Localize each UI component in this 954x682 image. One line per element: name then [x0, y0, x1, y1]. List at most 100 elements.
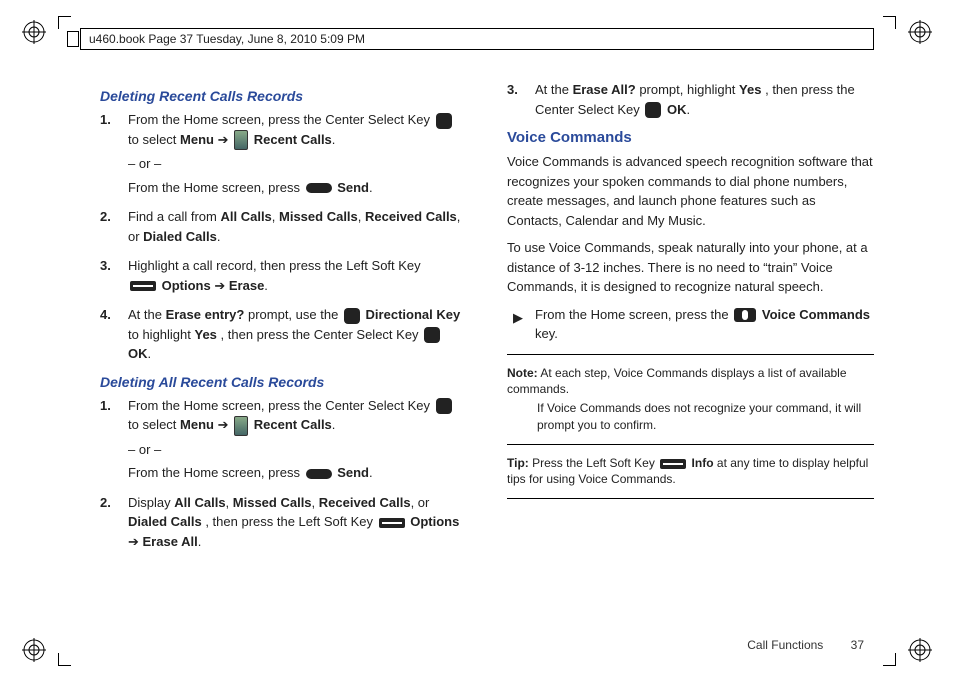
note-block: Note: At each step, Voice Commands displ… — [507, 365, 874, 434]
subheading: Deleting Recent Calls Records — [100, 88, 467, 104]
note-label: Note: — [507, 366, 538, 380]
bold: Yes — [195, 327, 217, 342]
page-header: u460.book Page 37 Tuesday, June 8, 2010 … — [80, 28, 874, 50]
bold: Directional Key — [366, 307, 461, 322]
text: , then press the Center Select Key — [221, 327, 423, 342]
step-number: 3. — [100, 256, 111, 276]
text: At the — [128, 307, 166, 322]
text: Find a call from — [128, 209, 220, 224]
reg-mark-icon — [908, 20, 932, 44]
text: Highlight a call record, then press the … — [128, 258, 421, 273]
step: 3. Highlight a call record, then press t… — [128, 256, 467, 295]
bold: All Calls — [220, 209, 271, 224]
or-separator: – or – — [128, 154, 467, 174]
text: to select — [128, 132, 180, 147]
text: . — [369, 180, 373, 195]
section-heading: Voice Commands — [507, 129, 874, 146]
divider — [507, 444, 874, 445]
note-text: At each step, Voice Commands displays a … — [507, 366, 847, 397]
crop-mark-icon — [883, 16, 896, 29]
bold: Missed Calls — [233, 495, 312, 510]
bold: Erase entry? — [166, 307, 245, 322]
reg-mark-icon — [908, 638, 932, 662]
center-select-key-icon — [436, 113, 452, 129]
text: prompt, highlight — [639, 82, 739, 97]
bold: All Calls — [174, 495, 225, 510]
bold: Erase All — [143, 534, 198, 549]
step-number: 1. — [100, 110, 111, 130]
text: From the Home screen, press the Center S… — [128, 398, 434, 413]
bold: Recent Calls — [254, 417, 332, 432]
bullet-step: ▶ From the Home screen, press the Voice … — [535, 305, 874, 344]
note-text: If Voice Commands does not recognize you… — [537, 400, 874, 434]
step-number: 3. — [507, 80, 518, 100]
bold: Received Calls — [319, 495, 411, 510]
bold: Erase All? — [573, 82, 636, 97]
page-number: 37 — [851, 638, 864, 652]
tip-block: Tip: Press the Left Soft Key Info at any… — [507, 455, 874, 489]
recent-calls-icon — [234, 130, 248, 150]
step: 1. From the Home screen, press the Cente… — [128, 110, 467, 197]
center-select-key-icon — [436, 398, 452, 414]
send-key-icon — [306, 183, 332, 193]
send-key-icon — [306, 469, 332, 479]
right-column: 3. At the Erase All? prompt, highlight Y… — [507, 80, 874, 622]
bold: OK — [667, 102, 687, 117]
left-soft-key-icon — [660, 459, 686, 469]
left-soft-key-icon — [130, 281, 156, 291]
text: , then press the Left Soft Key — [205, 514, 376, 529]
step: 4. At the Erase entry? prompt, use the D… — [128, 305, 467, 364]
directional-key-icon — [344, 308, 360, 324]
bold: Info — [692, 456, 714, 470]
bold: Options — [410, 514, 459, 529]
voice-commands-key-icon — [734, 308, 756, 322]
step-number: 2. — [100, 493, 111, 513]
or-separator: – or – — [128, 440, 467, 460]
crop-mark-icon — [58, 653, 71, 666]
recent-calls-icon — [234, 416, 248, 436]
bold: Dialed Calls — [143, 229, 217, 244]
bold: Recent Calls — [254, 132, 332, 147]
step: 2. Find a call from All Calls, Missed Ca… — [128, 207, 467, 246]
tip-text: Press the Left Soft Key — [532, 456, 658, 470]
text: At the — [535, 82, 573, 97]
bold: Received Calls — [365, 209, 457, 224]
bold: Missed Calls — [279, 209, 358, 224]
text: From the Home screen, press — [128, 180, 304, 195]
bold: Menu — [180, 417, 214, 432]
step-number: 1. — [100, 396, 111, 416]
bold: Menu — [180, 132, 214, 147]
left-column: Deleting Recent Calls Records 1. From th… — [100, 80, 467, 622]
text: From the Home screen, press the Center S… — [128, 112, 434, 127]
crop-mark-icon — [883, 653, 896, 666]
paragraph: To use Voice Commands, speak naturally i… — [507, 238, 874, 297]
paragraph: Voice Commands is advanced speech recogn… — [507, 152, 874, 230]
text: From the Home screen, press — [128, 465, 304, 480]
text: to highlight — [128, 327, 195, 342]
reg-mark-icon — [22, 20, 46, 44]
step-number: 4. — [100, 305, 111, 325]
text: Display — [128, 495, 174, 510]
text: From the Home screen, press the — [535, 307, 732, 322]
bold: Yes — [739, 82, 761, 97]
subheading: Deleting All Recent Calls Records — [100, 374, 467, 390]
center-select-key-icon — [645, 102, 661, 118]
divider — [507, 498, 874, 499]
step: 2. Display All Calls, Missed Calls, Rece… — [128, 493, 467, 552]
divider — [507, 354, 874, 355]
page-body: Deleting Recent Calls Records 1. From th… — [100, 80, 874, 622]
bold: OK — [128, 346, 148, 361]
left-soft-key-icon — [379, 518, 405, 528]
arrow-bullet-icon: ▶ — [513, 308, 523, 328]
text: to select — [128, 417, 180, 432]
step: 3. At the Erase All? prompt, highlight Y… — [535, 80, 874, 119]
tip-label: Tip: — [507, 456, 529, 470]
center-select-key-icon — [424, 327, 440, 343]
step-number: 2. — [100, 207, 111, 227]
crop-mark-icon — [58, 16, 71, 29]
header-text: u460.book Page 37 Tuesday, June 8, 2010 … — [89, 32, 365, 46]
bold: Dialed Calls — [128, 514, 202, 529]
text: . — [332, 132, 336, 147]
text: key. — [535, 326, 558, 341]
bold: Options — [162, 278, 211, 293]
